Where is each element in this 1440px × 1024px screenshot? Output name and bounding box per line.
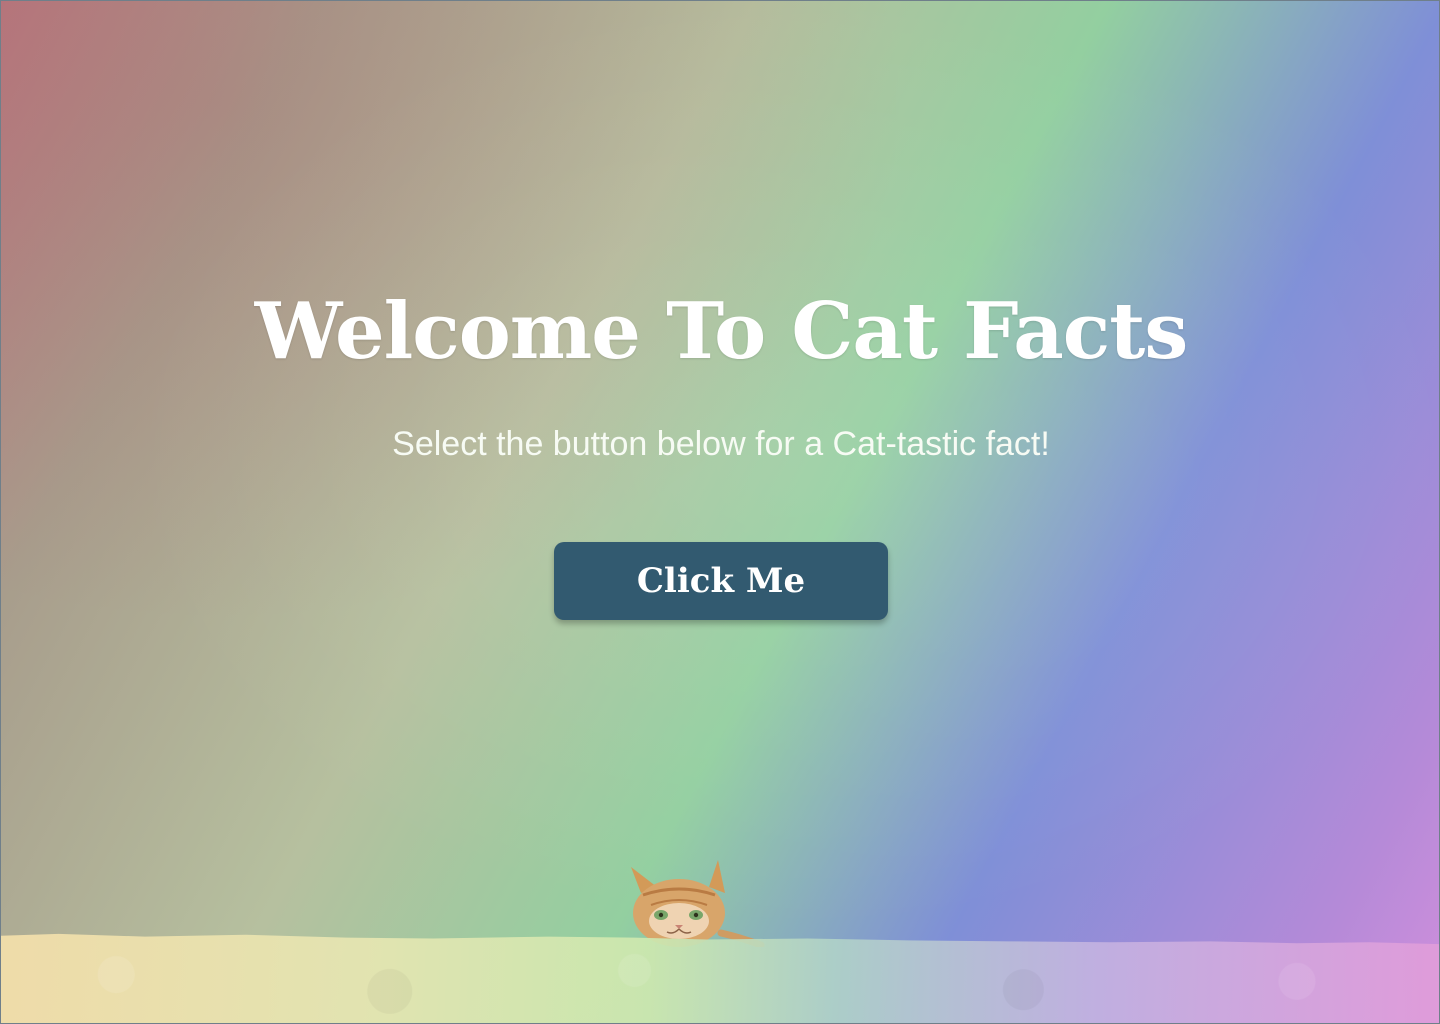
hero-section: Welcome To Cat Facts Select the button b… <box>0 0 1440 1024</box>
click-me-button[interactable]: Click Me <box>554 542 888 620</box>
cat-background-scene <box>1 841 1439 1023</box>
page-subtitle: Select the button below for a Cat-tastic… <box>392 425 1050 463</box>
wall-texture <box>1 941 1439 1023</box>
page-title: Welcome To Cat Facts <box>254 286 1189 377</box>
cat-illustration <box>631 860 765 947</box>
hero-content: Welcome To Cat Facts Select the button b… <box>1 286 1439 620</box>
